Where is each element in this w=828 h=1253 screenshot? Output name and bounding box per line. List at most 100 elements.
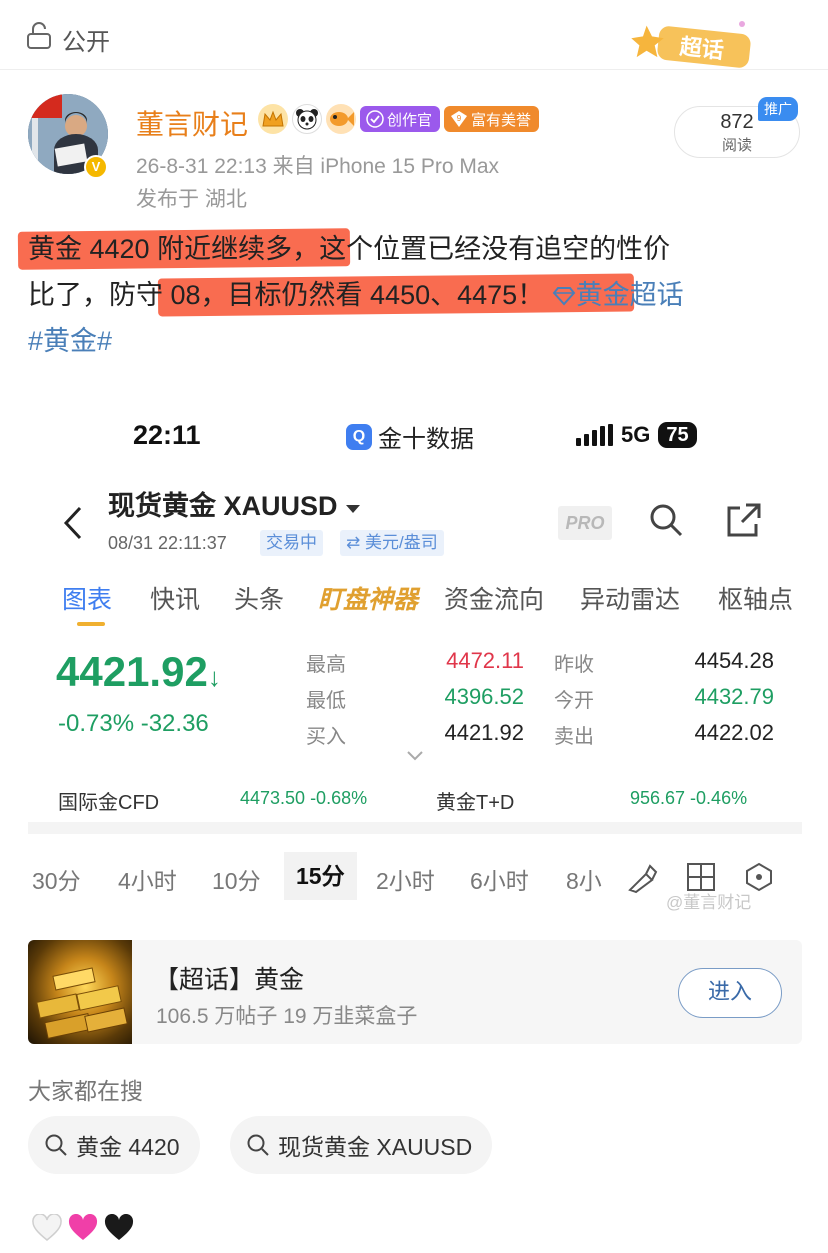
pink-heart-icon[interactable] (68, 1214, 98, 1242)
battery-icon: 75 (658, 422, 697, 448)
period-2h[interactable]: 2小时 (376, 862, 435, 896)
post-line-1: 黄金 4420 附近继续多，这个位置已经没有追空的性价 (28, 226, 670, 272)
search-suggestion[interactable]: 黄金 4420 (28, 1116, 200, 1174)
supertopic-sticker[interactable]: 超话 (630, 18, 760, 70)
embedded-screenshot[interactable]: 22:11 Q 金十数据 5G 75 现货黄金 XAUUSD 08/31 22:… (28, 400, 802, 920)
status-time: 22:11 (133, 420, 201, 450)
bid-value: 4421.92 (444, 720, 524, 745)
gold-bars-thumbnail (28, 940, 132, 1044)
post-highlight-1: 黄金 4420 附近继续多， (28, 234, 320, 264)
svg-text:9: 9 (457, 114, 462, 123)
cfd-label: 国际金CFD (58, 792, 160, 814)
price-change: -0.73% -32.36 (58, 710, 209, 737)
post-text-2: 比了， (28, 280, 109, 310)
open-label: 今开 (554, 690, 594, 712)
period-4h[interactable]: 4小时 (118, 862, 177, 896)
tab-underline (77, 622, 105, 626)
search-suggestion-label: 现货黄金 XAUUSD (278, 1134, 473, 1160)
tab-headlines[interactable]: 头条 (234, 580, 284, 616)
symbol-title-label: 现货黄金 XAUUSD (108, 491, 338, 521)
unlock-icon (27, 22, 51, 49)
top-bar: 公开 超话 (0, 0, 828, 70)
diamond-icon (552, 287, 576, 306)
search-icon (247, 1134, 269, 1156)
period-10m[interactable]: 10分 (212, 862, 261, 896)
status-app-name: 金十数据 (378, 426, 474, 453)
black-heart-icon[interactable] (104, 1214, 134, 1242)
period-8h[interactable]: 8小 (566, 862, 610, 896)
network-type: 5G (621, 422, 651, 447)
price-down-arrow-icon: ↓ (207, 662, 221, 692)
post-time-source: 26-8-31 22:13 来自 iPhone 15 Pro Max (136, 155, 500, 178)
reputation-tag-icon: 9 (451, 111, 468, 127)
high-value: 4472.11 (446, 648, 524, 673)
cfd-value: 4473.50 -0.68% (240, 788, 368, 808)
pro-button[interactable]: PRO (558, 506, 612, 540)
fish-icon[interactable] (326, 104, 356, 134)
creator-tag-icon (366, 110, 384, 128)
crown-icon[interactable] (258, 104, 288, 134)
search-icon[interactable] (648, 502, 684, 538)
share-icon[interactable] (726, 502, 762, 538)
td-label: 黄金T+D (436, 792, 515, 814)
hashtag-link[interactable]: #黄金# (28, 318, 112, 364)
search-section-title: 大家都在搜 (28, 1078, 143, 1104)
period-30m[interactable]: 30分 (32, 862, 81, 896)
white-heart-icon[interactable] (32, 1214, 62, 1242)
period-6h[interactable]: 6小时 (470, 862, 529, 896)
symbol-title[interactable]: 现货黄金 XAUUSD (108, 484, 361, 523)
dropdown-icon (346, 505, 361, 513)
trading-status-chip: 交易中 (260, 530, 323, 556)
currency-unit-chip[interactable]: ⇄ 美元/盎司 (340, 530, 444, 556)
back-arrow-icon[interactable] (62, 505, 84, 541)
author-name[interactable]: 董言财记 (136, 103, 248, 143)
expand-chevron-icon[interactable] (406, 750, 424, 762)
status-right: 5G 75 (576, 422, 697, 448)
ask-label: 卖出 (554, 726, 594, 748)
post-line-2: 比了，防守 08，目标仍然看 4450、4475！ 黄金超话 (28, 272, 684, 318)
tab-radar[interactable]: 异动雷达 (580, 580, 680, 616)
enter-button[interactable]: 进入 (678, 968, 782, 1018)
open-value: 4432.79 (694, 684, 774, 709)
period-15m[interactable]: 15分 (284, 852, 357, 900)
reputation-tag-label: 富有美誉 (471, 111, 532, 129)
tab-pivot[interactable]: 枢轴点 (718, 580, 793, 616)
tab-chart[interactable]: 图表 (62, 580, 112, 616)
ask-value: 4422.02 (694, 720, 774, 745)
creator-tag[interactable]: 创作官 (360, 106, 441, 132)
search-suggestion-label: 黄金 4420 (76, 1134, 180, 1160)
low-value: 4396.52 (444, 684, 524, 709)
post-highlight-2: 防守 08，目标仍然看 4450、4475！ (109, 280, 545, 310)
status-app: Q 金十数据 (346, 419, 474, 454)
tab-fund-flow[interactable]: 资金流向 (444, 580, 544, 616)
signal-icon (576, 424, 613, 446)
visibility-label[interactable]: 公开 (62, 22, 110, 57)
card-title: 【超话】黄金 (154, 966, 305, 994)
tab-monitor[interactable]: 盯盘神器 (318, 580, 418, 616)
reaction-hearts[interactable] (32, 1214, 134, 1242)
draw-tool-icon[interactable] (626, 862, 658, 894)
panda-icon[interactable] (292, 104, 322, 134)
supertopic-card[interactable]: 【超话】黄金 106.5 万帖子 19 万韭菜盒子 进入 (28, 940, 802, 1044)
symbol-datetime: 08/31 22:11:37 (108, 533, 227, 553)
bid-label: 买入 (306, 726, 346, 748)
tab-bar: 图表 快讯 头条 盯盘神器 资金流向 异动雷达 枢轴点 (62, 580, 802, 628)
prev-close-value: 4454.28 (694, 648, 774, 673)
read-label: 阅读 (721, 137, 752, 154)
related-quotes-row[interactable]: 国际金CFD 4473.50 -0.68% 黄金T+D 956.67 -0.46… (28, 776, 802, 820)
app-logo-icon: Q (346, 423, 372, 450)
card-subtitle: 106.5 万帖子 19 万韭菜盒子 (156, 1005, 418, 1028)
tab-news-flash[interactable]: 快讯 (150, 580, 200, 616)
price-value: 4421.92 (56, 648, 208, 695)
gold-bars-image (36, 967, 128, 1039)
search-suggestion[interactable]: 现货黄金 XAUUSD (230, 1116, 493, 1174)
reputation-tag[interactable]: 9 富有美誉 (444, 106, 540, 132)
creator-tag-label: 创作官 (387, 111, 433, 129)
supertopic-link-label: 黄金超话 (575, 280, 684, 310)
prev-close-label: 昨收 (554, 654, 594, 676)
verified-badge-icon: V (84, 155, 108, 179)
promo-badge[interactable]: 推广 (758, 97, 798, 121)
section-divider (28, 822, 802, 834)
watermark: @董言财记 (666, 893, 752, 912)
supertopic-link[interactable]: 黄金超话 (552, 280, 684, 310)
